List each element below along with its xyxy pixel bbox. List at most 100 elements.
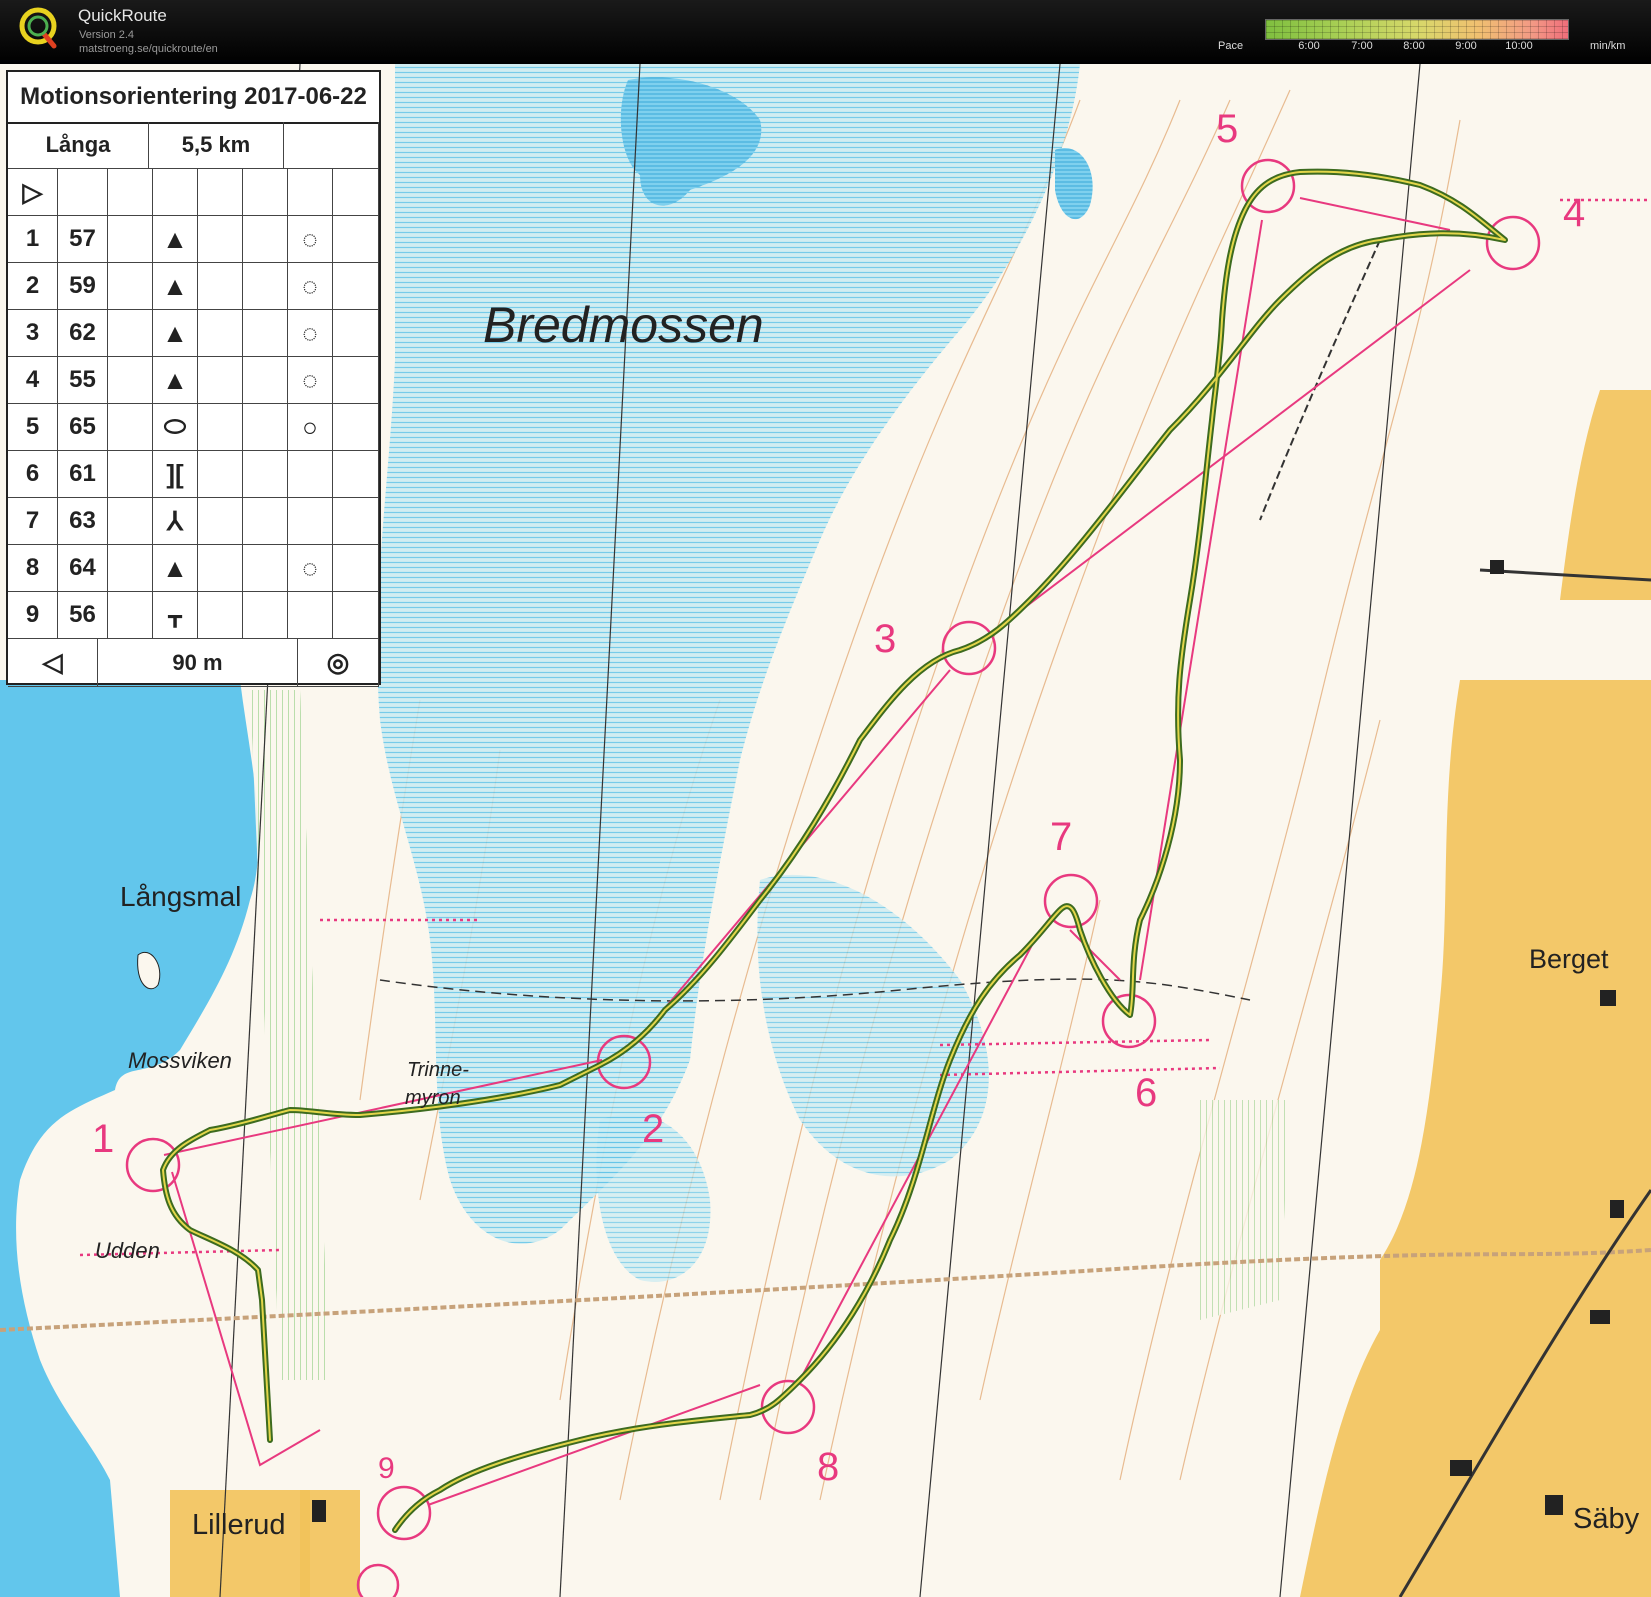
empty-cell — [198, 451, 243, 498]
control-label-7: 7 — [1050, 815, 1072, 859]
place-name-bredmossen: Bredmossen — [483, 297, 764, 353]
control-label-5: 5 — [1216, 107, 1238, 151]
control-label-3: 3 — [874, 617, 896, 661]
app-header: QuickRoute Version 2.4 matstroeng.se/qui… — [0, 0, 1651, 64]
app-title: QuickRoute — [78, 6, 167, 25]
control-label-9: 9 — [378, 1452, 395, 1485]
empty-cell — [108, 545, 153, 592]
empty-cell — [243, 451, 288, 498]
control-code: 56 — [58, 592, 108, 639]
place-name-mossviken: Mossviken — [128, 1048, 232, 1073]
empty-cell — [243, 357, 288, 404]
control-number: 3 — [8, 310, 58, 357]
pace-tick: 9:00 — [1455, 40, 1477, 52]
empty-cell — [198, 404, 243, 451]
place-name-trinne: Trinne- — [407, 1059, 469, 1081]
control-label-1: 1 — [92, 1117, 114, 1161]
column-header-cell — [243, 169, 288, 216]
circle-icon: ○ — [288, 404, 333, 451]
empty-cell — [198, 263, 243, 310]
control-code: 62 — [58, 310, 108, 357]
course-length: 5,5 km — [149, 122, 284, 169]
control-code: 55 — [58, 357, 108, 404]
pace-tick: 6:00 — [1298, 40, 1320, 52]
control-label-4: 4 — [1563, 191, 1585, 235]
open-field — [170, 1490, 310, 1597]
bracket-icon: ][ — [153, 451, 198, 498]
empty-cell — [198, 216, 243, 263]
place-name-udden: Udden — [95, 1238, 160, 1263]
empty-cell — [333, 357, 379, 404]
finish-icon: ◎ — [298, 639, 379, 687]
column-header-cell — [198, 169, 243, 216]
card-title: Motionsorientering 2017-06-22 — [8, 72, 379, 124]
empty-cell — [108, 263, 153, 310]
control-code: 61 — [58, 451, 108, 498]
empty-cell — [333, 404, 379, 451]
empty-cell — [333, 216, 379, 263]
empty-cell — [333, 263, 379, 310]
empty-cell — [288, 498, 333, 545]
knoll-icon: ▲ — [153, 357, 198, 404]
empty-cell — [333, 545, 379, 592]
empty-cell — [333, 498, 379, 545]
depression-icon: ◌ — [288, 263, 333, 310]
empty-cell — [108, 216, 153, 263]
fork-icon: ⅄ — [153, 498, 198, 545]
empty-cell — [198, 545, 243, 592]
place-name-langsmal: Långsmal — [120, 881, 241, 912]
quickroute-logo-icon — [19, 7, 57, 49]
empty-cell — [333, 592, 379, 639]
pace-tick: 7:00 — [1351, 40, 1373, 52]
control-number: 6 — [8, 451, 58, 498]
knoll-icon: ▲ — [153, 263, 198, 310]
empty-cell — [198, 592, 243, 639]
empty-cell — [333, 451, 379, 498]
pace-unit: min/km — [1590, 40, 1626, 52]
pace-tick: 10:00 — [1505, 40, 1533, 52]
empty-cell — [243, 592, 288, 639]
course-name: Långa — [8, 122, 149, 169]
start-triangle-icon: ▷ — [8, 169, 58, 216]
empty-cell — [288, 592, 333, 639]
control-label-8: 8 — [817, 1445, 839, 1489]
control-code: 57 — [58, 216, 108, 263]
control-number: 9 — [8, 592, 58, 639]
empty-cell — [243, 498, 288, 545]
empty-cell — [243, 310, 288, 357]
pace-color-legend — [1265, 19, 1569, 40]
depression-icon: ◌ — [288, 545, 333, 592]
knoll-icon: ▲ — [153, 545, 198, 592]
empty-cell — [198, 498, 243, 545]
control-number: 5 — [8, 404, 58, 451]
empty-cell — [243, 263, 288, 310]
empty-cell — [243, 216, 288, 263]
app-url[interactable]: matstroeng.se/quickroute/en — [79, 43, 218, 55]
pace-tick: 8:00 — [1403, 40, 1425, 52]
depression-icon: ◌ — [288, 310, 333, 357]
empty-cell — [108, 404, 153, 451]
column-header-cell — [288, 169, 333, 216]
control-description-card: Motionsorientering 2017-06-22 Långa 5,5 k… — [6, 70, 381, 687]
fence-icon: ᚁ — [153, 592, 198, 639]
control-code: 65 — [58, 404, 108, 451]
column-header-cell — [58, 169, 108, 216]
column-header-cell — [108, 169, 153, 216]
control-number: 2 — [8, 263, 58, 310]
finish-distance: 90 m — [98, 639, 298, 687]
app-version: Version 2.4 — [79, 29, 135, 41]
empty-cell — [198, 310, 243, 357]
column-header-cell — [333, 169, 379, 216]
place-name-myron: myron — [405, 1087, 461, 1109]
control-code: 64 — [58, 545, 108, 592]
empty-cell — [288, 451, 333, 498]
oval-icon: ⬭ — [153, 404, 198, 451]
empty-cell — [108, 498, 153, 545]
empty-cell — [108, 310, 153, 357]
empty-cell — [333, 310, 379, 357]
control-code: 59 — [58, 263, 108, 310]
empty-cell — [108, 357, 153, 404]
place-name-saby: Säby — [1573, 1503, 1640, 1535]
control-code: 63 — [58, 498, 108, 545]
control-number: 1 — [8, 216, 58, 263]
